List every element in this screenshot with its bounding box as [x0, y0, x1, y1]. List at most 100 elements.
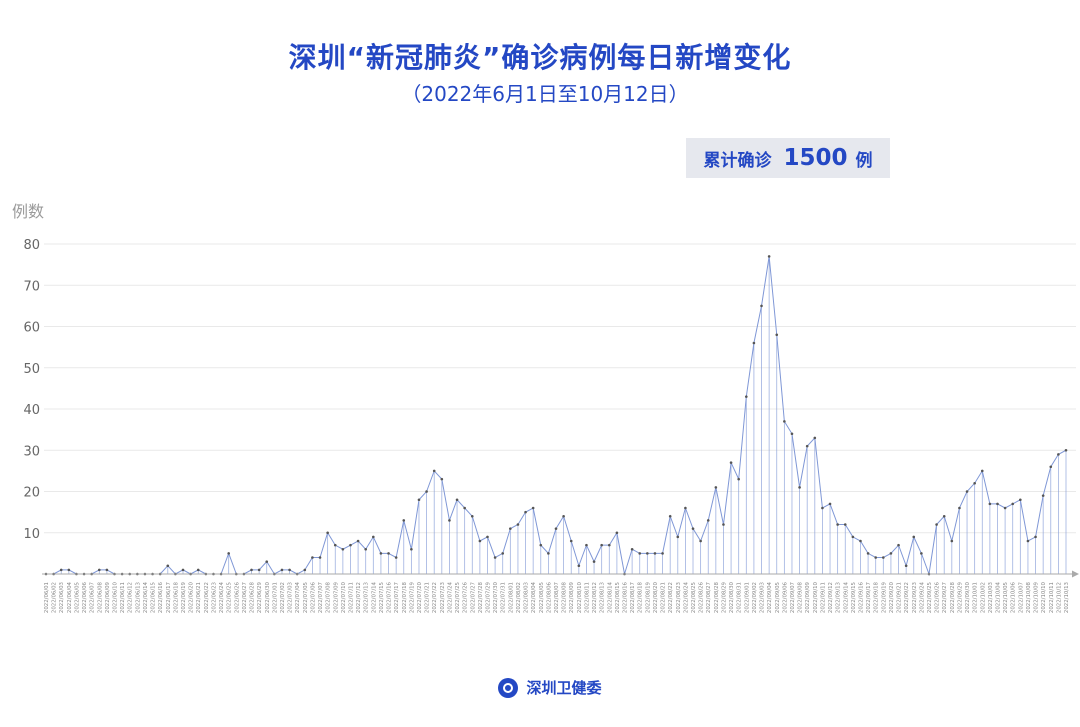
series-line-path — [46, 256, 1067, 576]
data-point — [463, 506, 466, 510]
data-point — [333, 543, 337, 547]
y-tick-label: 30 — [23, 444, 40, 459]
x-tick-label: 2022/07/28 — [478, 581, 484, 613]
x-tick-label: 2022/07/11 — [348, 582, 354, 613]
grid-lines — [44, 243, 1076, 534]
x-tick-label: 2022/08/14 — [607, 581, 613, 613]
data-point — [257, 568, 261, 572]
x-tick-label: 2022/08/07 — [554, 582, 560, 613]
data-point — [684, 506, 687, 510]
data-point — [554, 527, 558, 530]
x-tick-label: 2022/09/29 — [957, 581, 963, 613]
x-tick-label: 2022/07/08 — [326, 581, 332, 613]
x-tick-label: 2022/06/08 — [97, 581, 103, 613]
x-tick-label: 2022/06/25 — [227, 582, 233, 613]
data-point — [783, 420, 786, 423]
data-point — [349, 543, 352, 547]
x-tick-label: 2022/06/13 — [135, 582, 141, 613]
x-tick-label: 2022/07/26 — [463, 581, 469, 613]
data-point — [912, 535, 916, 539]
x-tick-label: 2022/06/27 — [242, 582, 248, 613]
x-tick-label: 2022/07/29 — [485, 581, 491, 613]
x-tick-label: 2022/09/26 — [935, 581, 941, 613]
data-point — [356, 539, 360, 543]
data-point — [744, 395, 748, 398]
x-tick-label: 2022/08/30 — [729, 581, 735, 613]
x-tick-label: 2022/09/04 — [767, 581, 773, 613]
x-tick-label: 2022/09/13 — [836, 582, 842, 613]
x-tick-label: 2022/07/27 — [470, 582, 476, 613]
data-point — [577, 564, 581, 568]
data-point — [714, 486, 718, 489]
x-tick-label: 2022/09/08 — [798, 581, 804, 613]
x-tick-label: 2022/09/30 — [965, 581, 971, 613]
x-tick-label: 2022/09/16 — [858, 581, 864, 613]
x-tick-label: 2022/08/13 — [600, 582, 606, 613]
y-tick-label: 50 — [23, 362, 40, 377]
x-tick-label: 2022/08/24 — [683, 581, 689, 613]
data-point — [767, 255, 771, 258]
data-point — [387, 552, 390, 555]
y-tick-label: 20 — [23, 486, 40, 501]
data-point — [813, 436, 817, 440]
x-tick-label: 2022/09/11 — [820, 582, 826, 613]
x-tick-label: 2022/09/02 — [752, 582, 758, 613]
data-point — [950, 539, 954, 543]
data-point — [280, 568, 284, 572]
x-tick-label: 2022/09/21 — [897, 582, 903, 613]
x-tick-label: 2022/09/03 — [760, 582, 766, 613]
data-point — [97, 568, 101, 572]
data-point — [882, 556, 885, 559]
x-tick-label: 2022/09/20 — [889, 581, 895, 613]
data-point — [722, 523, 725, 526]
x-tick-label: 2022/09/28 — [950, 581, 956, 613]
x-tick-label: 2022/06/22 — [204, 582, 210, 613]
x-tick-label: 2022/08/26 — [699, 581, 705, 613]
x-tick-label: 2022/08/17 — [630, 582, 636, 613]
data-point — [432, 469, 436, 473]
data-point — [455, 498, 459, 502]
data-point — [958, 506, 961, 510]
x-tick-label: 2022/06/23 — [211, 582, 217, 613]
x-tick-label: 2022/07/01 — [272, 582, 278, 613]
data-point — [752, 341, 756, 345]
x-tick-label: 2022/09/10 — [813, 581, 819, 613]
x-tick-label: 2022/10/12 — [1056, 582, 1062, 613]
x-tick-label: 2022/06/03 — [59, 582, 65, 613]
x-tick-label: 2022/09/19 — [881, 581, 887, 613]
data-point — [661, 552, 664, 555]
data-point — [607, 543, 611, 547]
y-tick-label: 60 — [23, 321, 40, 336]
x-tick-label: 2022/09/12 — [828, 582, 834, 613]
data-point — [737, 477, 740, 481]
x-tick-label: 2022/07/23 — [440, 582, 446, 613]
data-point — [562, 514, 565, 518]
y-tick-labels: 10 20 30 40 50 60 70 80 — [23, 238, 40, 542]
x-tick-label: 2022/08/27 — [706, 582, 712, 613]
x-tick-label: 2022/06/20 — [189, 581, 195, 613]
data-point — [1019, 498, 1022, 502]
data-point — [303, 568, 307, 572]
x-tick-label: 2022/07/05 — [303, 582, 309, 613]
data-point — [805, 444, 809, 448]
data-point — [1011, 502, 1015, 506]
y-tick-label: 80 — [23, 238, 40, 253]
x-tick-label: 2022/07/31 — [501, 582, 507, 613]
x-tick-label: 2022/06/17 — [166, 582, 172, 613]
x-tick-label: 2022/08/10 — [577, 581, 583, 613]
data-point — [311, 556, 314, 559]
x-tick-label: 2022/08/22 — [668, 582, 674, 613]
x-tick-label: 2022/07/13 — [364, 582, 370, 613]
x-tick-label: 2022/07/17 — [394, 582, 400, 613]
x-tick-label: 2022/06/07 — [90, 582, 96, 613]
data-point — [1003, 506, 1007, 510]
data-point — [470, 514, 474, 518]
data-point — [531, 506, 535, 510]
x-tick-label: 2022/08/15 — [615, 582, 621, 613]
data-point — [1041, 494, 1045, 497]
data-point — [980, 469, 984, 473]
x-tick-label: 2022/08/18 — [638, 581, 644, 613]
x-tick-label: 2022/09/25 — [927, 582, 933, 613]
x-tick-label: 2022/09/14 — [843, 581, 849, 613]
x-tick-label: 2022/08/31 — [737, 582, 743, 613]
